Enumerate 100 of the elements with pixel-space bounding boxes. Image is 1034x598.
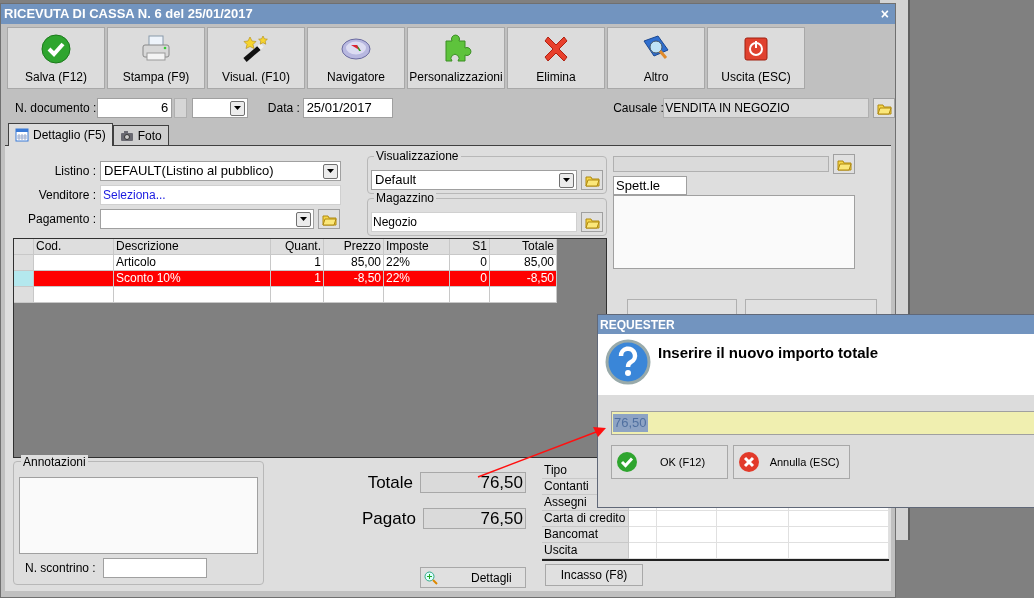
table-cell: 85,00: [490, 255, 557, 271]
tab[interactable]: Dettaglio (F5): [8, 123, 113, 146]
table-cell: 1: [271, 255, 324, 271]
table-cell: -8,50: [324, 271, 384, 287]
table-cell: -8,50: [490, 271, 557, 287]
table-cell: [657, 527, 717, 543]
table-cell: [490, 287, 557, 303]
field-label: N. scontrino :: [25, 560, 97, 577]
dialog-button[interactable]: Annulla (ESC): [733, 445, 850, 479]
field-label: Listino :: [53, 163, 97, 180]
toolbar-button[interactable]: Altro: [607, 27, 705, 89]
table-cell: [717, 511, 789, 527]
receipt-number-field[interactable]: [103, 558, 207, 578]
table-cell: 85,00: [324, 255, 384, 271]
column-header: Descrizione: [114, 239, 271, 255]
table-cell: Articolo: [114, 255, 271, 271]
column-header: Totale: [490, 239, 557, 255]
table-cell: [324, 287, 384, 303]
table-cell: [271, 287, 324, 303]
field-label: Causale :: [613, 100, 664, 117]
toolbar-button[interactable]: Stampa (F9): [107, 27, 205, 89]
field-value: DEFAULT(Listino al pubblico): [103, 162, 274, 181]
total-label: Totale: [367, 472, 413, 494]
toolbar-button[interactable]: Salva (F12): [7, 27, 105, 89]
small-button[interactable]: [174, 98, 188, 118]
calendar-icon: [15, 128, 29, 142]
column-header: Imposte: [384, 239, 450, 255]
row-indicator[interactable]: [14, 287, 34, 303]
row-header: Uscita: [542, 543, 629, 559]
table-cell: [657, 511, 717, 527]
column-header: Prezzo: [324, 239, 384, 255]
date-field[interactable]: 25/01/2017: [302, 98, 394, 118]
venditore-field[interactable]: Seleziona...: [100, 185, 341, 205]
series-combo[interactable]: [192, 98, 248, 118]
toolbar-button[interactable]: Uscita (ESC): [707, 27, 805, 89]
caret-icon: [233, 106, 241, 110]
toolbar-button[interactable]: Personalizzazioni: [407, 27, 505, 89]
toolbar-button[interactable]: Visual. (F10): [207, 27, 305, 89]
folder-button[interactable]: [581, 170, 603, 190]
notes-area[interactable]: [19, 477, 258, 554]
camera-icon: [119, 130, 134, 142]
magazzino-field[interactable]: Negozio: [371, 212, 577, 232]
table-cell: 1: [271, 271, 324, 287]
column-header: Quant.: [271, 239, 324, 255]
salutation-field[interactable]: Spett.le: [613, 176, 687, 195]
row-indicator[interactable]: [14, 255, 34, 271]
table-cell: [629, 527, 657, 543]
caret-icon: [327, 169, 334, 173]
toolbar-button[interactable]: Elimina: [507, 27, 605, 89]
table-cell: [717, 527, 789, 543]
visualizzazione-combo[interactable]: Default: [371, 170, 577, 190]
row-header: Bancomat: [542, 527, 629, 543]
folder-icon: [876, 101, 892, 115]
folder-icon: [836, 157, 852, 171]
table-cell: [629, 511, 657, 527]
document-number-field[interactable]: 6: [96, 98, 173, 118]
incasso-button[interactable]: Incasso (F8): [545, 564, 643, 586]
dialog-title: REQUESTER: [600, 316, 675, 334]
field-label: Data :: [267, 100, 301, 117]
total-field: 76,50: [422, 507, 526, 529]
details-button[interactable]: Dettagli: [420, 567, 526, 588]
input-value: 76,50: [613, 414, 648, 432]
row-header: Carta di credito: [542, 511, 629, 527]
causale-field[interactable]: VENDITA IN NEGOZIO: [663, 98, 869, 118]
folder-icon: [584, 215, 600, 229]
zoom-in-icon: [424, 570, 438, 585]
row-indicator[interactable]: [14, 271, 34, 287]
total-label: Pagato: [362, 507, 416, 530]
folder-button[interactable]: [318, 209, 340, 229]
field-value: Default: [374, 171, 417, 190]
listino-combo[interactable]: DEFAULT(Listino al pubblico): [100, 161, 341, 181]
group-title: Magazzino: [374, 191, 437, 205]
toolbar-button[interactable]: Navigatore: [307, 27, 405, 89]
dialog-message: Inserire il nuovo importo totale: [658, 343, 879, 363]
customer-field[interactable]: [613, 156, 829, 172]
window-title: RICEVUTA DI CASSA N. 6 del 25/01/2017: [4, 5, 253, 24]
check-icon: [616, 451, 638, 473]
dialog-button[interactable]: OK (F12): [611, 445, 728, 479]
caret-icon: [300, 217, 307, 221]
question-icon: [604, 338, 652, 386]
address-area[interactable]: [613, 195, 855, 269]
table-cell: [450, 287, 490, 303]
folder-button[interactable]: [833, 154, 855, 174]
table-cell: 0: [450, 271, 490, 287]
field-label: N. documento :: [15, 100, 97, 117]
group-title: Annotazioni: [21, 455, 88, 469]
table-cell: Sconto 10%: [114, 271, 271, 287]
field-label: Pagamento :: [26, 211, 97, 228]
folder-button[interactable]: [873, 98, 895, 118]
group-title: Visualizzazione: [374, 149, 461, 163]
folder-icon: [584, 173, 600, 187]
folder-button[interactable]: [581, 212, 603, 232]
check-icon: [40, 33, 72, 65]
table-cell: 22%: [384, 255, 450, 271]
table-cell: 22%: [384, 271, 450, 287]
cancel-icon: [738, 451, 760, 473]
field-label: Venditore :: [37, 187, 97, 204]
table-cell: [384, 287, 450, 303]
column-header: S1: [450, 239, 490, 255]
folder-icon: [321, 212, 337, 226]
